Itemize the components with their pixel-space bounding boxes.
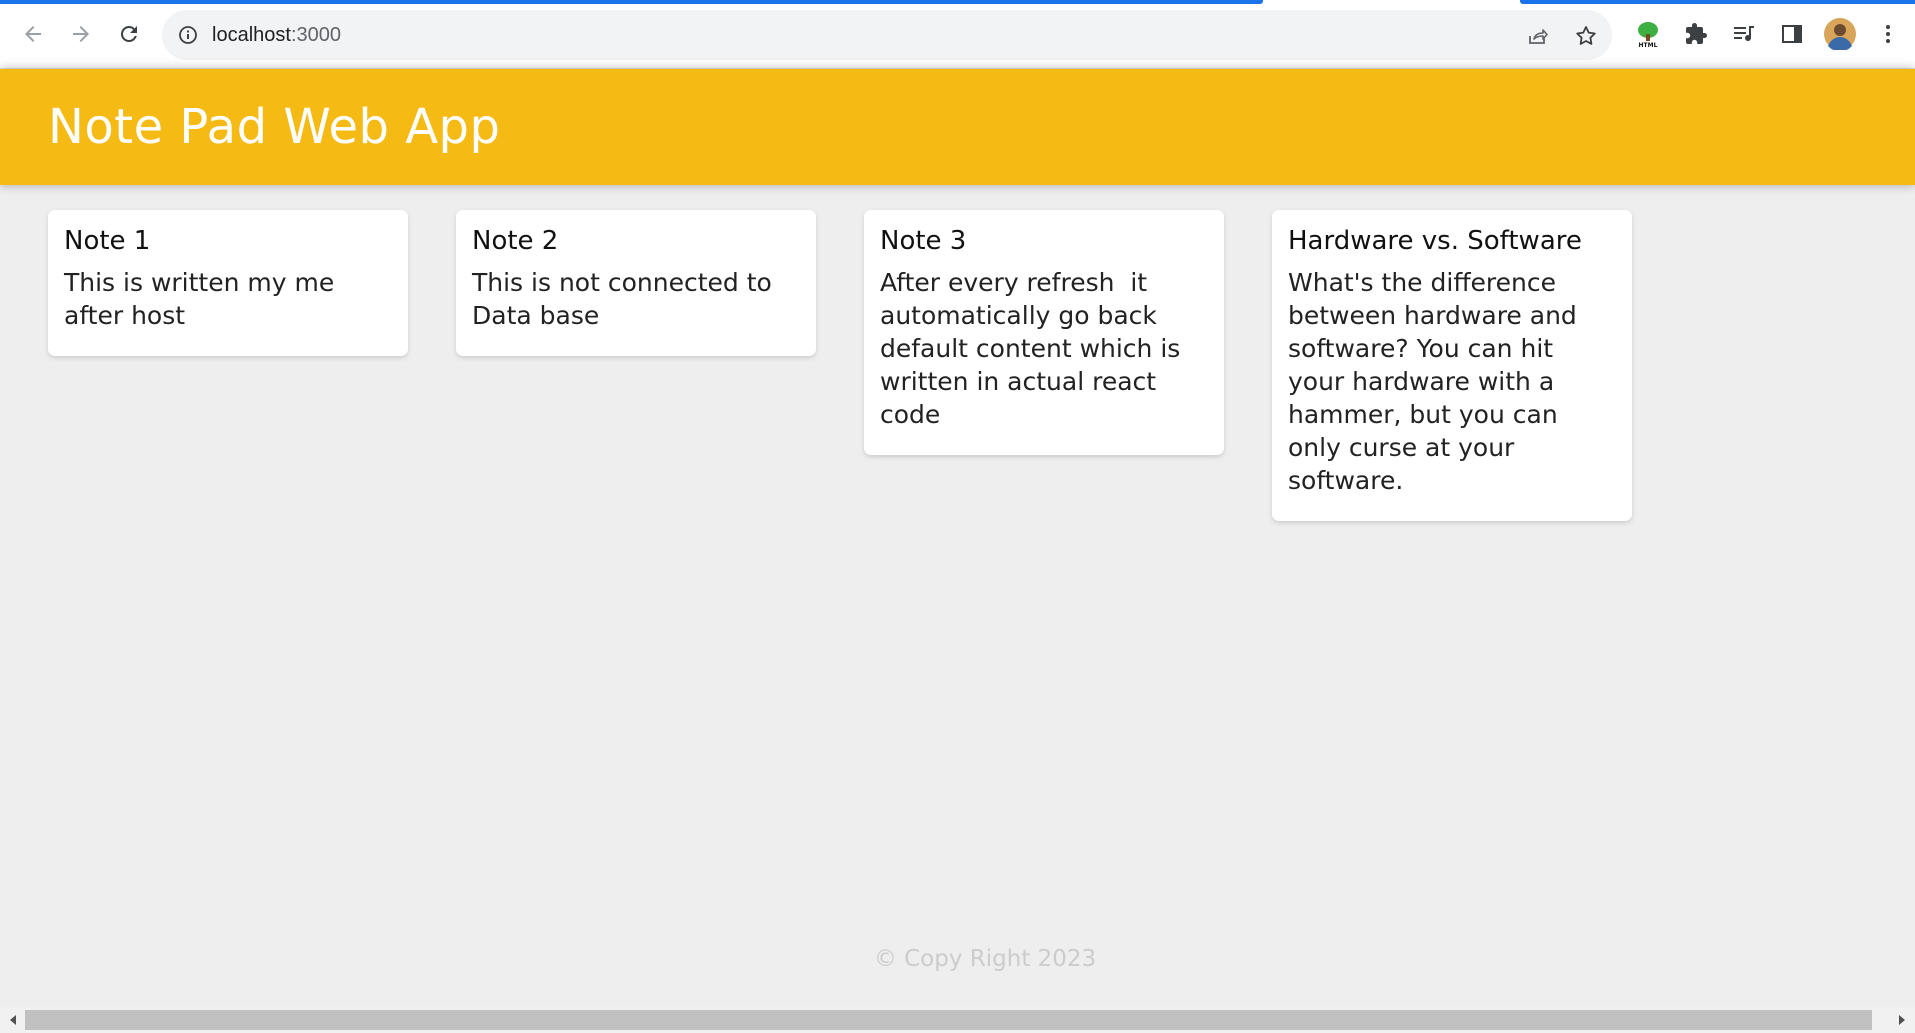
- arrow-left-icon: [25, 26, 41, 42]
- note-content: This is not connected to Data base: [472, 268, 780, 330]
- note-card: Note 2 This is not connected to Data bas…: [456, 210, 816, 356]
- back-button[interactable]: [15, 16, 51, 52]
- extension-badge: HTML: [1639, 42, 1658, 49]
- tab-indicator-left: [0, 0, 1263, 4]
- url-text[interactable]: localhost:3000: [212, 23, 341, 47]
- html-tree-icon[interactable]: HTML: [1632, 18, 1664, 50]
- forward-button[interactable]: [63, 16, 99, 52]
- arrow-right-icon: [73, 26, 89, 42]
- side-panel-icon[interactable]: [1776, 18, 1808, 50]
- note-card: Note 3 After every refresh it automatica…: [864, 210, 1224, 455]
- star-icon[interactable]: [1572, 22, 1600, 50]
- note-content: What's the difference between hardware a…: [1288, 268, 1585, 495]
- note-title: Note 2: [472, 226, 559, 256]
- note-title: Note 3: [880, 226, 967, 256]
- reload-button[interactable]: [111, 16, 147, 52]
- tab-indicator-right: [1520, 0, 1915, 4]
- note-title: Hardware vs. Software: [1288, 226, 1582, 256]
- scrollbar-thumb[interactable]: [25, 1010, 1872, 1030]
- note-title: Note 1: [64, 226, 151, 256]
- scroll-left-icon[interactable]: [4, 1011, 22, 1029]
- footer-copyright: © Copy Right 2023: [873, 946, 1097, 972]
- kebab-menu-icon[interactable]: [1872, 18, 1904, 50]
- reload-icon: [120, 25, 137, 42]
- url-port: :3000: [290, 24, 341, 46]
- avatar[interactable]: [1824, 18, 1856, 50]
- app-header: Note Pad Web App: [0, 69, 1915, 185]
- app-title: Note Pad Web App: [48, 99, 501, 155]
- puzzle-icon[interactable]: [1680, 18, 1712, 50]
- playlist-icon[interactable]: [1728, 18, 1760, 50]
- info-icon[interactable]: [176, 23, 200, 47]
- scroll-right-icon[interactable]: [1893, 1011, 1911, 1029]
- address-bar[interactable]: localhost:3000: [162, 10, 1612, 60]
- note-card: Note 1 This is written my me after host: [48, 210, 408, 356]
- share-icon[interactable]: [1524, 22, 1552, 50]
- note-card: Hardware vs. Software What's the differe…: [1272, 210, 1632, 521]
- url-host: localhost: [212, 24, 291, 46]
- browser-toolbar: localhost:3000 HTML: [0, 0, 1915, 69]
- note-content: This is written my me after host: [64, 268, 343, 330]
- note-content: After every refresh it automatically go …: [880, 268, 1189, 429]
- horizontal-scrollbar[interactable]: [0, 1007, 1915, 1033]
